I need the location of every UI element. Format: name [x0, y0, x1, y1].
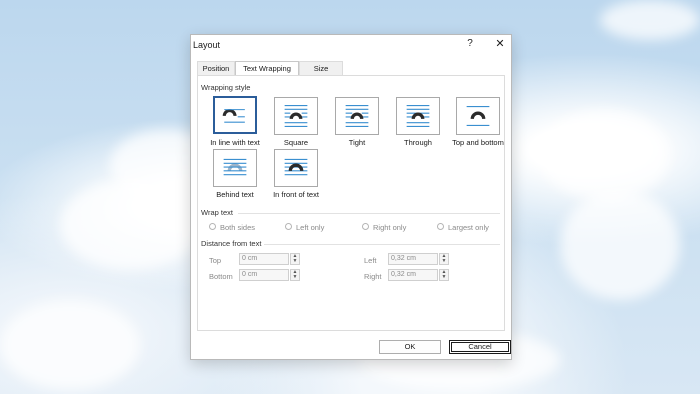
top-distance-input[interactable]: 0 cm	[239, 253, 289, 265]
both-sides-radio[interactable]	[209, 223, 216, 230]
in-front-of-text-button[interactable]	[274, 149, 318, 187]
largest-only-radio[interactable]	[437, 223, 444, 230]
through-wrap-label: Through	[404, 138, 432, 147]
help-button[interactable]: ?	[464, 38, 476, 49]
tight-wrap-icon	[345, 105, 369, 127]
top-and-bottom-wrap-label: Top and bottom	[452, 138, 504, 147]
tab-text-wrapping[interactable]: Text Wrapping	[235, 61, 299, 76]
through-wrap-button[interactable]	[396, 97, 440, 135]
wrap-text-heading: Wrap text	[201, 208, 233, 217]
both-sides-label: Both sides	[220, 223, 256, 232]
tight-wrap-button[interactable]	[335, 97, 379, 135]
spin-down-icon[interactable]: ▼	[440, 275, 448, 280]
top-label: Top	[209, 256, 222, 265]
right-only-label: Right only	[373, 223, 407, 232]
dialog-title: Layout	[193, 40, 221, 50]
inline-with-text-label: In line with text	[210, 138, 260, 147]
square-wrap-label: Square	[283, 138, 309, 147]
cancel-button[interactable]: Cancel	[449, 340, 511, 354]
top-distance-spinner[interactable]: ▲ ▼	[290, 253, 300, 265]
ok-button[interactable]: OK	[379, 340, 441, 354]
spin-down-icon[interactable]: ▼	[291, 275, 299, 280]
top-and-bottom-wrap-button[interactable]	[456, 97, 500, 135]
in-front-of-text-label: In front of text	[273, 190, 319, 199]
right-label: Right	[364, 272, 382, 281]
right-only-radio[interactable]	[362, 223, 369, 230]
close-button[interactable]: ✕	[493, 37, 507, 50]
tight-wrap-label: Tight	[348, 138, 366, 147]
in-front-of-text-icon	[284, 158, 308, 176]
through-wrap-icon	[406, 105, 430, 127]
cloud	[0, 300, 140, 390]
left-distance-spinner[interactable]: ▲ ▼	[439, 253, 449, 265]
tab-position[interactable]: Position	[197, 61, 235, 75]
bottom-distance-input[interactable]: 0 cm	[239, 269, 289, 281]
square-wrap-button[interactable]	[274, 97, 318, 135]
tab-size[interactable]: Size	[299, 61, 343, 75]
cloud	[600, 0, 700, 40]
bottom-label: Bottom	[209, 272, 233, 281]
distance-heading: Distance from text	[201, 239, 262, 248]
title-bar: Layout ? ✕	[191, 35, 511, 55]
largest-only-label: Largest only	[448, 223, 489, 232]
left-distance-input[interactable]: 0,32 cm	[388, 253, 438, 265]
layout-dialog: Layout ? ✕ Position Text Wrapping Size W…	[190, 34, 512, 360]
bottom-distance-spinner[interactable]: ▲ ▼	[290, 269, 300, 281]
inline-with-text-icon	[222, 109, 245, 123]
behind-text-icon	[223, 158, 247, 176]
right-distance-input[interactable]: 0,32 cm	[388, 269, 438, 281]
behind-text-label: Behind text	[216, 190, 254, 199]
left-only-radio[interactable]	[285, 223, 292, 230]
cloud	[540, 110, 670, 200]
distance-divider	[264, 244, 500, 245]
spin-down-icon[interactable]: ▼	[440, 259, 448, 264]
inline-with-text-button[interactable]	[213, 96, 257, 134]
wrapping-style-heading: Wrapping style	[201, 83, 251, 92]
cloud	[560, 190, 680, 300]
behind-text-button[interactable]	[213, 149, 257, 187]
right-distance-spinner[interactable]: ▲ ▼	[439, 269, 449, 281]
cloud	[60, 180, 200, 270]
left-only-label: Left only	[296, 223, 325, 232]
top-and-bottom-wrap-icon	[466, 105, 490, 127]
square-wrap-icon	[284, 105, 308, 127]
wrap-text-divider	[238, 213, 500, 214]
spin-down-icon[interactable]: ▼	[291, 259, 299, 264]
left-label: Left	[364, 256, 377, 265]
text-wrapping-panel: Wrapping style In line with text Square …	[197, 75, 505, 331]
